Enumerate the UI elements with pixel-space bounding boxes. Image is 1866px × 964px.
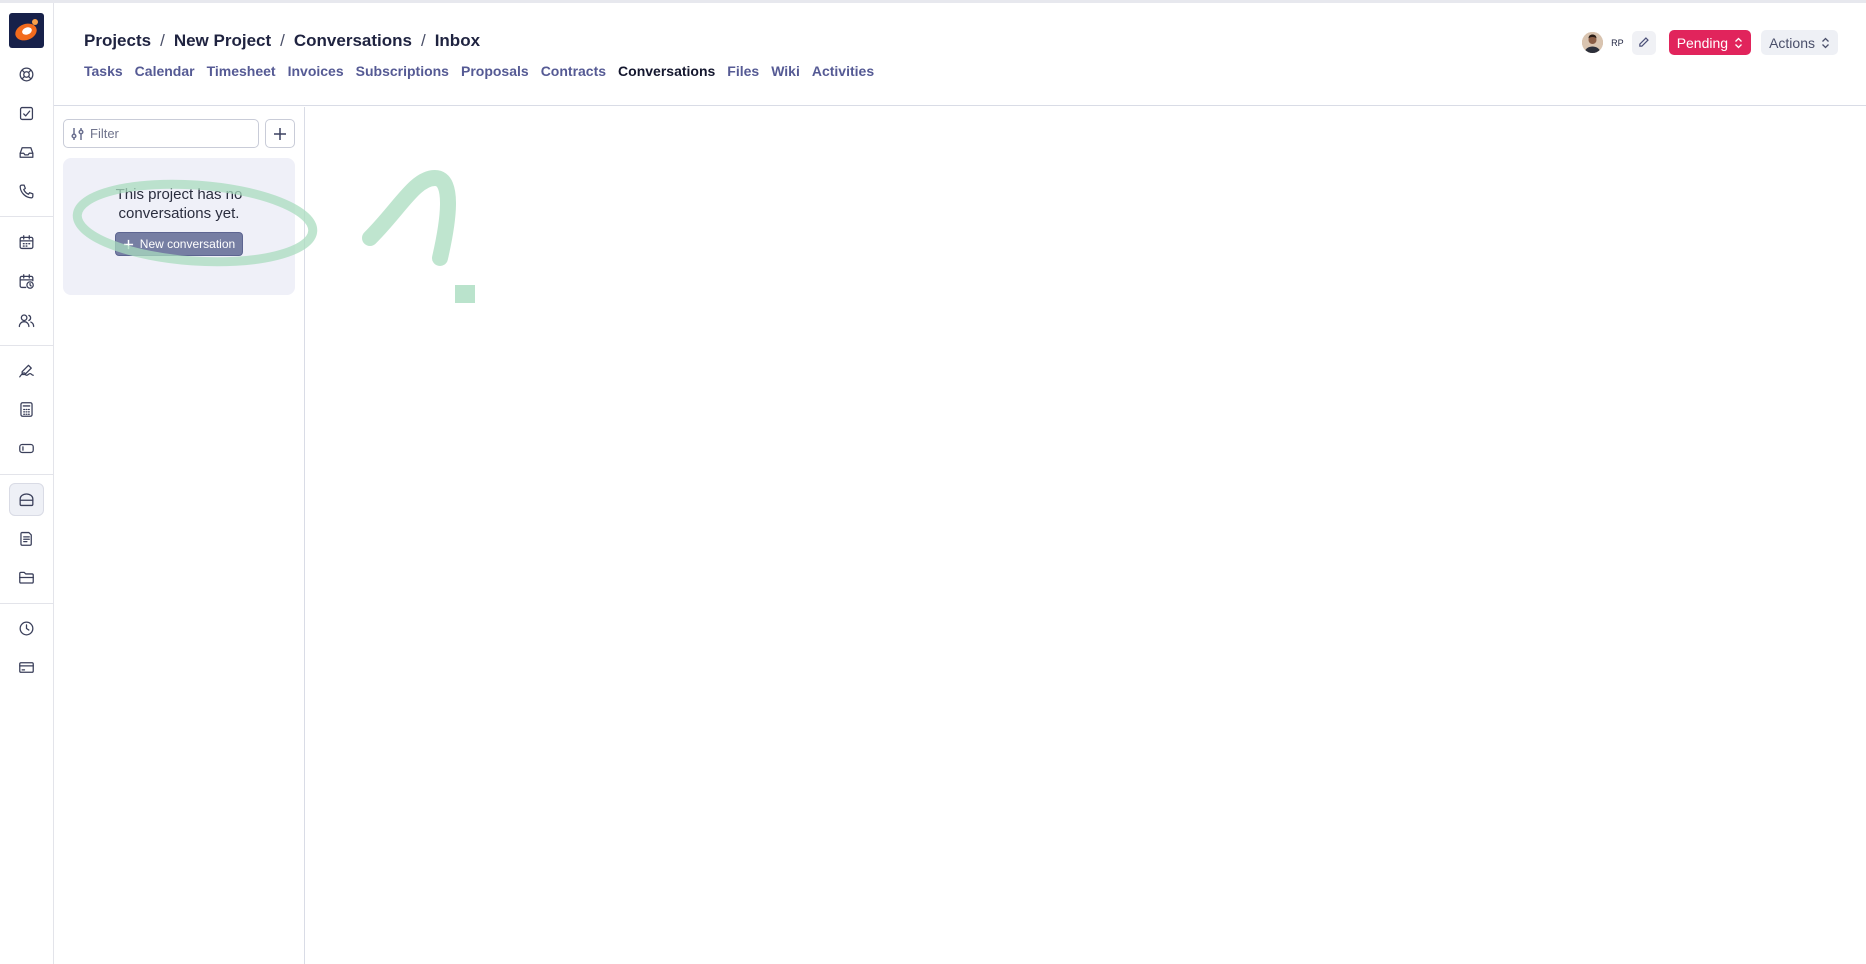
tab-timesheet[interactable]: Timesheet	[207, 63, 276, 79]
avatar	[1582, 32, 1604, 53]
tab-files[interactable]: Files	[727, 63, 759, 79]
new-conversation-button[interactable]: New conversation	[114, 232, 244, 256]
status-dropdown[interactable]: Pending	[1668, 30, 1752, 55]
project-members[interactable]: RP	[1579, 30, 1659, 55]
logo-icon	[15, 19, 38, 41]
calculator-icon[interactable]	[9, 393, 44, 426]
project-tabs: Tasks Calendar Timesheet Invoices Subscr…	[84, 63, 874, 79]
folder-icon[interactable]	[9, 561, 44, 594]
app-logo[interactable]	[9, 13, 44, 48]
clock-icon[interactable]	[9, 612, 44, 645]
empty-state: This project has no conversations yet. N…	[63, 158, 295, 295]
calendar-icon[interactable]	[9, 226, 44, 259]
actions-dropdown[interactable]: Actions	[1761, 30, 1838, 55]
tab-wiki[interactable]: Wiki	[771, 63, 800, 79]
conversations-panel: This project has no conversations yet. N…	[54, 107, 305, 964]
breadcrumb-separator: /	[160, 31, 165, 50]
app-window: Projects / New Project / Conversations /…	[0, 0, 1866, 964]
tab-subscriptions[interactable]: Subscriptions	[356, 63, 449, 79]
sidebar-rail	[0, 3, 54, 964]
new-conversation-label: New conversation	[139, 237, 236, 251]
tab-tasks[interactable]: Tasks	[84, 63, 123, 79]
rail-divider	[0, 345, 53, 346]
filter-input[interactable]	[90, 126, 250, 141]
signature-icon[interactable]	[9, 354, 44, 387]
pencil-icon	[1639, 37, 1650, 47]
tab-conversations[interactable]: Conversations	[618, 63, 715, 79]
tasks-check-icon[interactable]	[9, 97, 44, 130]
header-actions: RP Pending Actions	[1579, 30, 1838, 55]
tab-proposals[interactable]: Proposals	[461, 63, 529, 79]
tab-invoices[interactable]: Invoices	[288, 63, 344, 79]
phone-icon[interactable]	[9, 175, 44, 208]
breadcrumb-inbox: Inbox	[434, 31, 481, 50]
tab-activities[interactable]: Activities	[812, 63, 874, 79]
tab-contracts[interactable]: Contracts	[541, 63, 606, 79]
filter-sliders-icon	[71, 127, 84, 140]
breadcrumb: Projects / New Project / Conversations /…	[84, 31, 480, 51]
projects-icon[interactable]	[9, 483, 44, 516]
subscription-icon[interactable]	[9, 432, 44, 465]
plus-icon	[123, 239, 133, 249]
edit-members-button[interactable]	[1631, 30, 1656, 55]
page-header: Projects / New Project / Conversations /…	[54, 3, 1866, 106]
filter-field[interactable]	[63, 119, 259, 148]
breadcrumb-separator: /	[420, 31, 426, 50]
calendar-clock-icon[interactable]	[9, 265, 44, 298]
plus-icon	[274, 127, 286, 140]
inbox-icon[interactable]	[9, 136, 44, 169]
actions-label: Actions	[1769, 34, 1815, 51]
add-conversation-button[interactable]	[265, 119, 295, 148]
support-icon[interactable]	[9, 58, 44, 91]
breadcrumb-projects[interactable]: Projects	[84, 31, 151, 51]
tab-calendar[interactable]: Calendar	[135, 63, 195, 79]
notes-icon[interactable]	[9, 522, 44, 555]
empty-state-message: This project has no conversations yet.	[115, 186, 243, 222]
rail-divider	[0, 603, 53, 604]
users-icon[interactable]	[9, 304, 44, 337]
rail-divider	[0, 474, 53, 475]
user-initials: RP	[1611, 37, 1624, 48]
chevron-updown-icon	[1822, 37, 1829, 48]
rail-divider	[0, 216, 53, 217]
breadcrumb-new-project[interactable]: New Project	[174, 31, 271, 51]
breadcrumb-separator: /	[280, 31, 285, 50]
card-icon[interactable]	[9, 651, 44, 684]
chevron-updown-icon	[1735, 37, 1743, 48]
breadcrumb-conversations[interactable]: Conversations	[294, 31, 412, 51]
status-label: Pending	[1676, 34, 1729, 51]
